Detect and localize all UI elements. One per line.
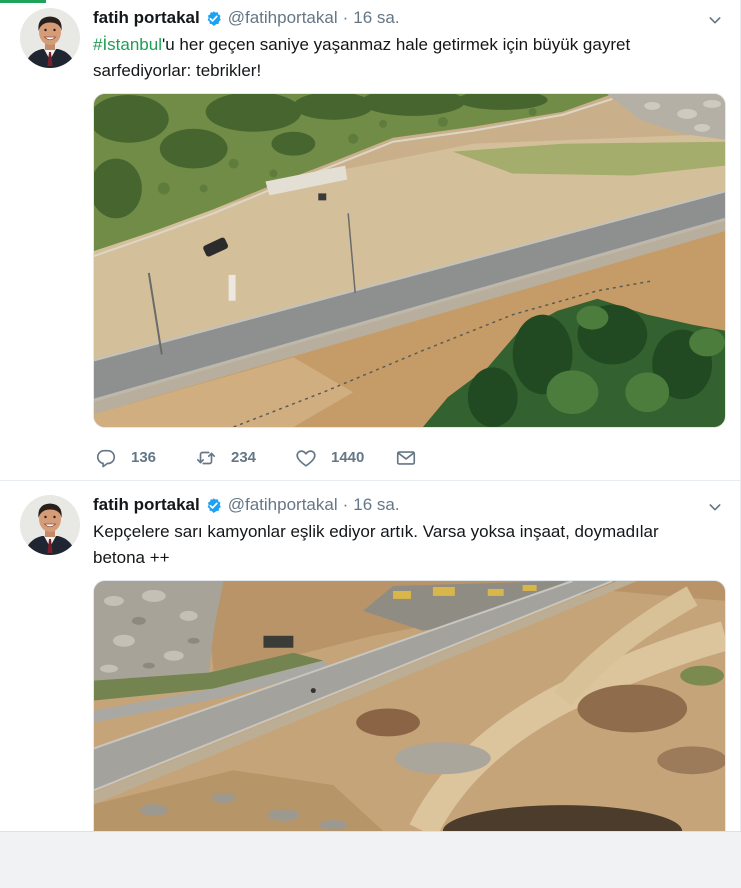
author-name[interactable]: fatih portakal [93, 7, 200, 29]
more-options-button[interactable] [704, 496, 726, 518]
retweet-count: 234 [231, 449, 257, 466]
tweet-photo[interactable] [93, 93, 726, 428]
timeline: fatih portakal @fatihportakal · 16 sa. #… [0, 0, 740, 831]
reply-count: 136 [131, 449, 157, 466]
hashtag-link[interactable]: #İstanbul [93, 35, 162, 54]
chevron-down-icon [707, 12, 723, 28]
tweet-text-body: 'u her geçen saniye yaşanmaz hale getirm… [93, 35, 631, 80]
reply-icon [95, 447, 117, 469]
page-bottom-area [0, 831, 741, 888]
heart-icon [295, 447, 317, 469]
tweet-text: #İstanbul'u her geçen saniye yaşanmaz ha… [93, 32, 693, 84]
tab-indicator [0, 0, 46, 3]
more-options-button[interactable] [704, 9, 726, 31]
reply-button[interactable]: 136 [95, 446, 156, 470]
header-separator: · [342, 495, 349, 514]
tweet-actions: 136 234 1440 [93, 446, 493, 470]
chevron-down-icon [707, 499, 723, 515]
verified-badge-icon [205, 497, 222, 514]
like-count: 1440 [331, 449, 365, 466]
verified-badge-icon [205, 10, 222, 27]
author-handle[interactable]: @fatihportakal [228, 494, 338, 516]
like-button[interactable]: 1440 [295, 446, 364, 470]
avatar[interactable] [20, 8, 80, 68]
tweet[interactable]: fatih portakal @fatihportakal · 16 sa. #… [0, 0, 740, 481]
tweet-text: Kepçelere sarı kamyonlar eşlik ediyor ar… [93, 522, 659, 567]
tweet-header: fatih portakal @fatihportakal · 16 sa. [93, 7, 400, 29]
tweet-photo[interactable] [93, 580, 726, 831]
author-name[interactable]: fatih portakal [93, 494, 200, 516]
envelope-icon [395, 447, 417, 469]
author-handle[interactable]: @fatihportakal [228, 7, 338, 29]
timestamp[interactable]: 16 sa. [353, 7, 399, 29]
retweet-icon [195, 447, 217, 469]
tweet-header: fatih portakal @fatihportakal · 16 sa. [93, 494, 400, 516]
avatar[interactable] [20, 495, 80, 555]
timestamp[interactable]: 16 sa. [353, 494, 399, 516]
tweet[interactable]: fatih portakal @fatihportakal · 16 sa. K… [0, 481, 740, 831]
direct-message-button[interactable] [395, 446, 417, 470]
timeline-viewport: fatih portakal @fatihportakal · 16 sa. #… [0, 0, 741, 831]
retweet-button[interactable]: 234 [195, 446, 256, 470]
header-separator: · [342, 8, 349, 27]
